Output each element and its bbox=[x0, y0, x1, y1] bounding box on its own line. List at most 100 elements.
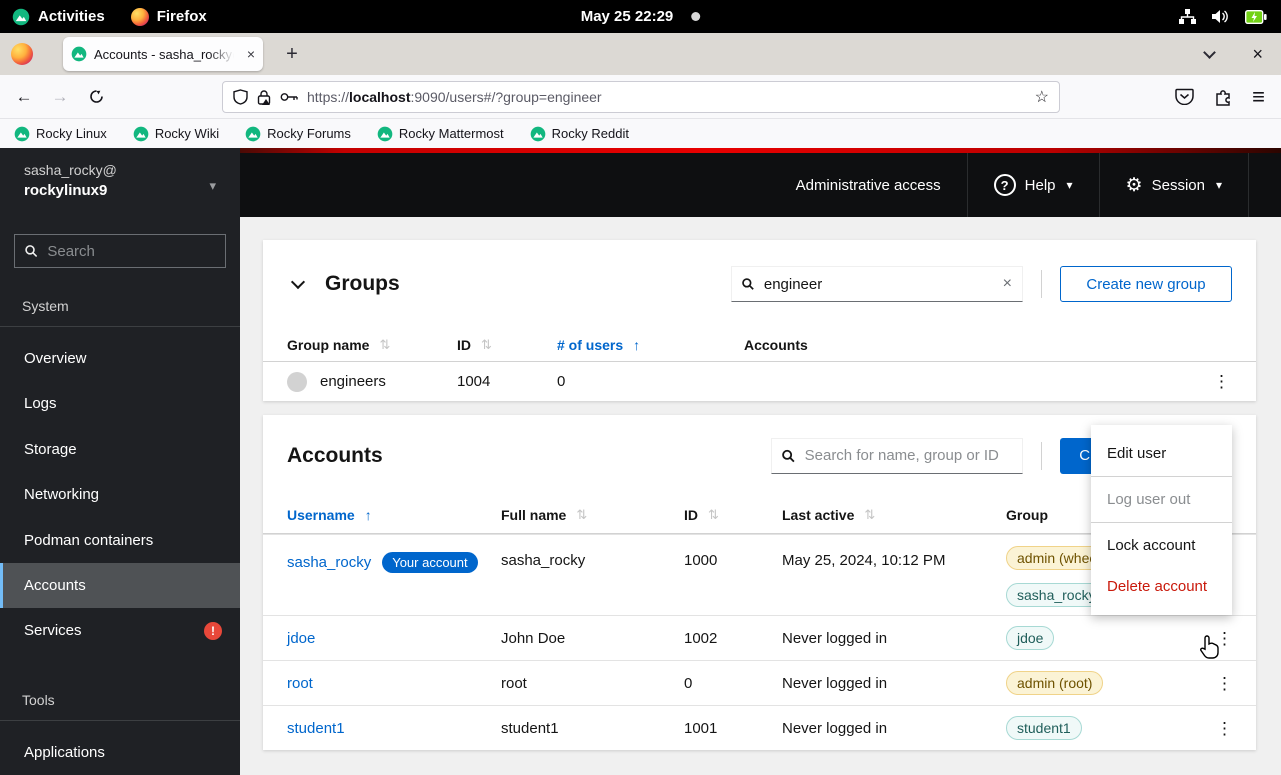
divider bbox=[1041, 442, 1042, 470]
bookmark-star-icon[interactable]: ☆ bbox=[1035, 87, 1049, 107]
masthead: Administrative access ? Help ▾ ⚙ Session… bbox=[240, 153, 1281, 217]
bookmark-rocky-wiki[interactable]: Rocky Wiki bbox=[133, 126, 219, 142]
battery-icon[interactable] bbox=[1245, 10, 1267, 24]
groups-search-input[interactable] bbox=[764, 276, 993, 293]
help-dropdown[interactable]: ? Help ▾ bbox=[968, 153, 1099, 217]
username-link[interactable]: student1 bbox=[287, 720, 345, 737]
reload-button[interactable] bbox=[80, 81, 112, 113]
forward-button[interactable]: → bbox=[44, 81, 76, 113]
sort-icon: ⇅ bbox=[576, 507, 587, 523]
alert-badge: ! bbox=[204, 622, 222, 640]
firefox-app-icon[interactable] bbox=[11, 43, 33, 65]
col-num-users[interactable]: # of users↑ bbox=[557, 337, 744, 353]
back-button[interactable]: ← bbox=[8, 81, 40, 113]
col-fullname[interactable]: Full name⇅ bbox=[501, 507, 684, 523]
accounts-search[interactable] bbox=[771, 438, 1023, 474]
sidebar-item-podman[interactable]: Podman containers bbox=[0, 517, 240, 562]
lock-warning-icon[interactable] bbox=[257, 89, 271, 105]
group-pill: student1 bbox=[1006, 716, 1082, 740]
kebab-menu-icon[interactable]: ⋮ bbox=[1207, 369, 1236, 394]
extensions-icon[interactable] bbox=[1214, 88, 1232, 106]
group-user-count: 0 bbox=[557, 373, 744, 390]
col-group-name[interactable]: Group name⇅ bbox=[287, 337, 457, 353]
last-active: Never logged in bbox=[782, 630, 1006, 647]
col-id[interactable]: ID⇅ bbox=[684, 507, 782, 523]
kebab-menu-icon[interactable]: ⋮ bbox=[1210, 626, 1239, 651]
list-all-tabs-icon[interactable] bbox=[1204, 46, 1217, 59]
username-link[interactable]: root bbox=[287, 675, 313, 692]
username-link[interactable]: sasha_rocky bbox=[287, 554, 371, 571]
bookmark-rocky-reddit[interactable]: Rocky Reddit bbox=[530, 126, 629, 142]
firefox-icon bbox=[131, 8, 149, 26]
admin-access-button[interactable]: Administrative access bbox=[770, 153, 967, 217]
sidebar-item-logs[interactable]: Logs bbox=[0, 381, 240, 426]
shield-icon[interactable] bbox=[233, 89, 248, 105]
accounts-title: Accounts bbox=[287, 444, 383, 468]
sidebar-item-services[interactable]: Services ! bbox=[0, 608, 240, 653]
col-id[interactable]: ID⇅ bbox=[457, 337, 557, 353]
pocket-icon[interactable] bbox=[1175, 88, 1194, 105]
account-row-jdoe: jdoe John Doe 1002 Never logged in jdoe … bbox=[263, 615, 1256, 660]
activities-button[interactable]: Activities bbox=[12, 8, 105, 26]
create-new-group-button[interactable]: Create new group bbox=[1060, 266, 1232, 302]
firefox-app-indicator[interactable]: Firefox bbox=[131, 8, 207, 26]
menu-item-log-user-out[interactable]: Log user out bbox=[1091, 479, 1232, 520]
bookmark-rocky-mattermost[interactable]: Rocky Mattermost bbox=[377, 126, 504, 142]
network-icon[interactable] bbox=[1179, 9, 1196, 24]
group-avatar bbox=[287, 372, 307, 392]
groups-search[interactable]: × bbox=[731, 266, 1023, 302]
accounts-search-input[interactable] bbox=[805, 447, 1012, 464]
bookmark-favicon bbox=[133, 126, 149, 142]
sidebar-item-applications[interactable]: Applications bbox=[0, 730, 240, 775]
sidebar-item-overview[interactable]: Overview bbox=[0, 336, 240, 381]
col-username[interactable]: Username↑ bbox=[287, 507, 501, 523]
window-close-icon[interactable]: × bbox=[1252, 44, 1263, 65]
group-pill: jdoe bbox=[1006, 626, 1054, 650]
sidebar-item-storage[interactable]: Storage bbox=[0, 427, 240, 472]
menu-item-edit-user[interactable]: Edit user bbox=[1091, 433, 1232, 474]
clear-search-icon[interactable]: × bbox=[1003, 275, 1012, 293]
key-icon[interactable] bbox=[280, 92, 298, 102]
help-icon: ? bbox=[994, 174, 1016, 196]
sort-up-icon: ↑ bbox=[365, 507, 372, 523]
sidebar-item-networking[interactable]: Networking bbox=[0, 472, 240, 517]
col-last-active[interactable]: Last active⇅ bbox=[782, 507, 1006, 523]
kebab-menu-icon[interactable]: ⋮ bbox=[1210, 671, 1239, 696]
kebab-menu-icon[interactable]: ⋮ bbox=[1210, 716, 1239, 741]
search-icon bbox=[25, 244, 37, 258]
uid: 0 bbox=[684, 675, 782, 692]
menu-item-delete-account[interactable]: Delete account bbox=[1091, 566, 1232, 607]
gnome-top-bar: Activities Firefox May 25 22:29 bbox=[0, 0, 1281, 33]
new-tab-button[interactable]: + bbox=[277, 39, 307, 69]
menu-hamburger-icon[interactable]: ≡ bbox=[1252, 86, 1265, 108]
bookmark-favicon bbox=[530, 126, 546, 142]
recording-dot-icon bbox=[691, 12, 700, 21]
user-name: sasha_rocky@ bbox=[24, 162, 220, 178]
sidebar: sasha_rocky@ rockylinux9 ▾ System Overvi… bbox=[0, 148, 240, 775]
tab-title: Accounts - sasha_rocky@ bbox=[94, 47, 234, 62]
clock-menu[interactable]: May 25 22:29 bbox=[581, 8, 701, 25]
username-link[interactable]: jdoe bbox=[287, 630, 315, 647]
menu-divider bbox=[1091, 522, 1232, 523]
bookmark-rocky-forums[interactable]: Rocky Forums bbox=[245, 126, 351, 142]
last-active: Never logged in bbox=[782, 720, 1006, 737]
user-session-dropdown[interactable]: sasha_rocky@ rockylinux9 ▾ bbox=[0, 148, 240, 214]
firefox-tab-bar: Accounts - sasha_rocky@ × + × bbox=[0, 33, 1281, 75]
sidebar-search-input[interactable] bbox=[47, 243, 215, 260]
account-row-root: root root 0 Never logged in admin (root)… bbox=[263, 660, 1256, 705]
groups-collapse-icon[interactable] bbox=[291, 275, 305, 289]
sidebar-item-accounts[interactable]: Accounts bbox=[0, 563, 240, 608]
session-dropdown[interactable]: ⚙ Session ▾ bbox=[1100, 153, 1248, 217]
tab-close-icon[interactable]: × bbox=[247, 47, 255, 61]
url-bar[interactable]: https://localhost:9090/users#/?group=eng… bbox=[222, 81, 1060, 113]
host-name: rockylinux9 bbox=[24, 182, 220, 199]
uid: 1001 bbox=[684, 720, 782, 737]
browser-tab[interactable]: Accounts - sasha_rocky@ × bbox=[63, 37, 263, 71]
url-text: https://localhost:9090/users#/?group=eng… bbox=[307, 89, 1026, 105]
volume-icon[interactable] bbox=[1212, 9, 1229, 24]
sidebar-search[interactable] bbox=[14, 234, 226, 268]
sidebar-section-tools: Tools bbox=[0, 678, 240, 721]
divider bbox=[1041, 270, 1042, 298]
menu-item-lock-account[interactable]: Lock account bbox=[1091, 525, 1232, 566]
bookmark-rocky-linux[interactable]: Rocky Linux bbox=[14, 126, 107, 142]
